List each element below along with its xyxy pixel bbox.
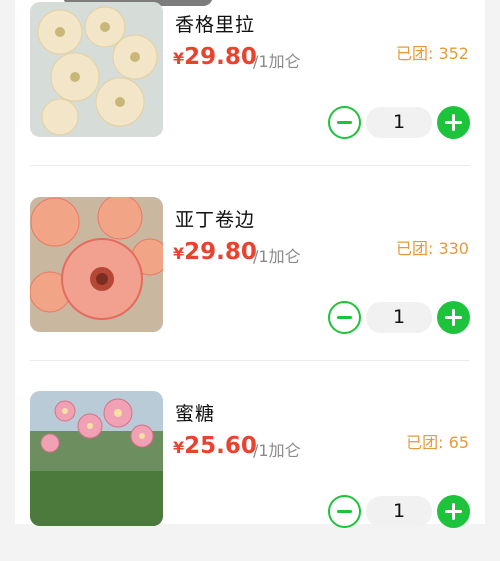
product-thumbnail[interactable]: [30, 2, 163, 137]
quantity-stepper: 1: [328, 495, 470, 528]
product-name[interactable]: 亚丁卷边: [175, 205, 255, 232]
product-item[interactable]: 蜜糖 ¥25.60 /1加仑 已团: 65 1: [15, 391, 485, 561]
product-price: ¥25.60: [173, 433, 257, 459]
quantity-value[interactable]: 1: [366, 496, 432, 527]
product-unit: /1加仑: [253, 441, 301, 460]
product-thumbnail[interactable]: [30, 197, 163, 332]
plus-icon[interactable]: [437, 106, 470, 139]
product-name[interactable]: 香格里拉: [175, 10, 255, 37]
quantity-value[interactable]: 1: [366, 302, 432, 333]
product-unit: /1加仑: [253, 247, 301, 266]
divider: [30, 165, 470, 166]
minus-icon[interactable]: [328, 106, 361, 139]
divider: [30, 360, 470, 361]
product-price: ¥29.80: [173, 239, 257, 265]
plus-icon[interactable]: [437, 301, 470, 334]
plus-icon[interactable]: [437, 495, 470, 528]
product-name[interactable]: 蜜糖: [175, 399, 215, 426]
quantity-stepper: 1: [328, 106, 470, 139]
product-unit: /1加仑: [253, 52, 301, 71]
product-item[interactable]: 香格里拉 ¥29.80 /1加仑 已团: 352 1: [15, 2, 485, 172]
sold-count: 已团: 330: [395, 239, 469, 258]
product-item[interactable]: 亚丁卷边 ¥29.80 /1加仑 已团: 330 1: [15, 197, 485, 367]
minus-icon[interactable]: [328, 301, 361, 334]
quantity-stepper: 1: [328, 301, 470, 334]
product-thumbnail[interactable]: [30, 391, 163, 526]
quantity-value[interactable]: 1: [366, 107, 432, 138]
product-list: 香格里拉 ¥29.80 /1加仑 已团: 352 1 亚丁卷边 ¥29.80 /…: [15, 0, 485, 528]
minus-icon[interactable]: [328, 495, 361, 528]
product-price: ¥29.80: [173, 44, 257, 70]
sold-count: 已团: 352: [395, 44, 469, 63]
sold-count: 已团: 65: [406, 433, 469, 452]
